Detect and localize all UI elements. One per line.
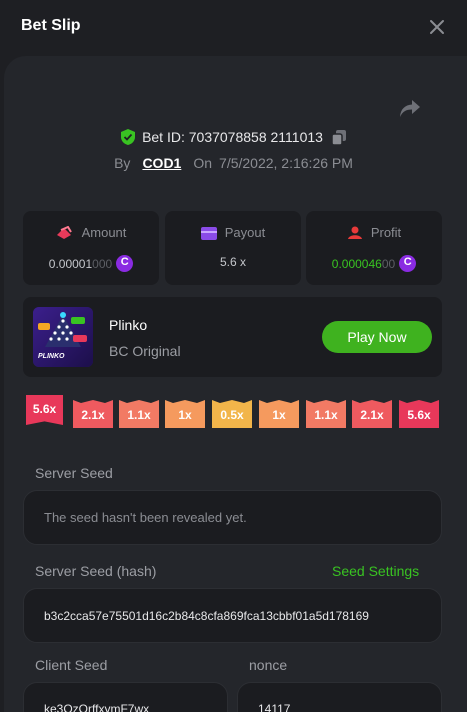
multiplier-chip: 1x [165, 400, 205, 428]
multiplier-chip: 2.1x [73, 400, 113, 428]
play-now-button[interactable]: Play Now [322, 321, 432, 353]
thumb-label: PLINKO [38, 353, 65, 360]
amount-value-trailing: 000 [92, 257, 113, 271]
game-name: Plinko [109, 317, 148, 333]
multiplier-chip: 5.6x [26, 395, 63, 425]
user-link[interactable]: COD1 [142, 155, 181, 171]
server-seed-label: Server Seed [35, 465, 113, 481]
bet-date: 7/5/2022, 2:16:26 PM [219, 155, 353, 171]
multiplier-chip: 1x [259, 400, 299, 428]
game-provider: BC Original [109, 343, 181, 359]
seed-settings-link[interactable]: Seed Settings [332, 563, 419, 579]
multiplier-row: 5.6x 2.1x 1.1x 1x 0.5x 1x 1.1x 2.1x 5.6x [0, 395, 467, 435]
multiplier-chip: 1.1x [306, 400, 346, 428]
on-label: On [193, 155, 213, 171]
client-seed-value: ke3OzOrffxymF7wx [44, 702, 150, 712]
client-seed-field[interactable]: ke3OzOrffxymF7wx [23, 682, 228, 712]
bcd-coin-icon: C [399, 255, 417, 272]
modal-title: Bet Slip [21, 17, 81, 34]
server-seed-field: The seed hasn't been revealed yet. [23, 490, 442, 545]
bet-meta-row: By COD1 On 7/5/2022, 2:16:26 PM [0, 155, 467, 175]
nonce-field[interactable]: 14117 [237, 682, 442, 712]
close-icon[interactable] [428, 18, 446, 36]
payout-value: 5.6 x [219, 255, 246, 269]
multiplier-chip: 0.5x [212, 400, 252, 428]
multiplier-chip: 2.1x [352, 400, 392, 428]
game-card: PLINKO Plinko BC Original Play Now [23, 297, 442, 377]
nonce-value: 14117 [258, 702, 291, 712]
client-seed-label: Client Seed [35, 657, 108, 673]
profit-value-trailing: 00 [381, 257, 396, 271]
by-label: By [114, 155, 131, 171]
bet-id-prefix: Bet ID: [142, 129, 185, 145]
amount-value: 0.00001 [48, 257, 93, 271]
profit-value: 0.000046 [331, 257, 382, 271]
profit-stat: Profit 0.00004600 C [306, 211, 442, 285]
amount-stat: Amount 0.00001000 C [23, 211, 159, 285]
plinko-thumbnail: PLINKO [33, 307, 93, 367]
coin-glyph: C [120, 256, 129, 268]
bet-slip-modal: Bet Slip Bet ID: 7037078858 2111013 By CO… [0, 0, 467, 712]
copy-icon[interactable] [331, 130, 346, 145]
bet-id-row: Bet ID: 7037078858 2111013 [0, 129, 467, 149]
bcd-coin-icon: C [116, 255, 134, 272]
amount-label: Amount [81, 225, 127, 240]
bet-id-value: 7037078858 2111013 [188, 129, 323, 145]
server-hash-value: b3c2cca57e75501d16c2b84c8cfa869fca13cbbf… [44, 608, 369, 623]
bet-amount-icon [56, 226, 72, 239]
profit-icon [347, 226, 362, 239]
coin-glyph: C [403, 256, 412, 268]
server-hash-label: Server Seed (hash) [35, 563, 157, 579]
multiplier-chip: 5.6x [399, 400, 439, 428]
shield-check-icon [121, 129, 136, 145]
nonce-label: nonce [249, 657, 288, 673]
modal-header: Bet Slip [0, 0, 467, 56]
payout-label: Payout [224, 225, 266, 240]
payout-stat: Payout 5.6 x [165, 211, 301, 285]
share-icon[interactable] [398, 98, 422, 120]
profit-label: Profit [370, 225, 402, 240]
server-hash-field[interactable]: b3c2cca57e75501d16c2b84c8cfa869fca13cbbf… [23, 588, 442, 643]
wallet-icon [200, 227, 217, 240]
server-seed-value: The seed hasn't been revealed yet. [44, 510, 247, 525]
multiplier-chip: 1.1x [119, 400, 159, 428]
